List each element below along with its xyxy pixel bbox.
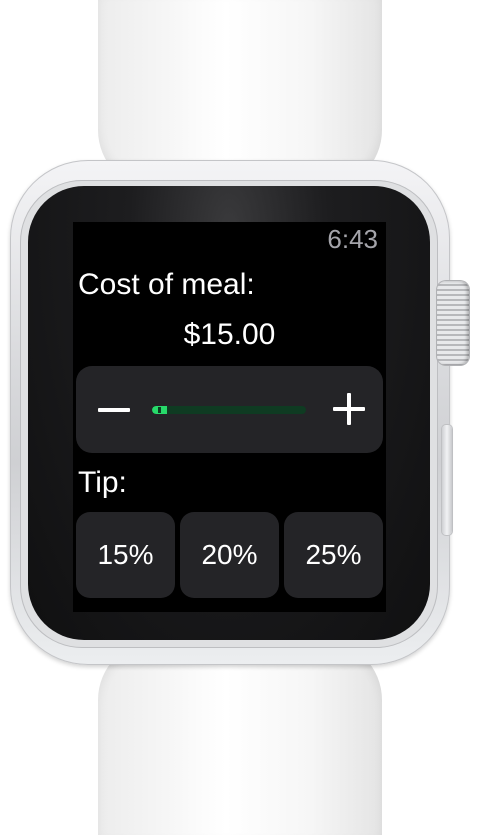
tip-15-button[interactable]: 15% <box>76 512 175 598</box>
meal-cost-value: $15.00 <box>183 318 276 351</box>
side-button[interactable] <box>442 425 452 535</box>
meal-cost-slider[interactable] <box>76 366 383 453</box>
tip-options: 15% 20% 25% <box>76 512 383 598</box>
minus-icon <box>98 408 130 412</box>
slider-segment-divider <box>158 407 161 413</box>
watch-band-bottom <box>98 640 382 835</box>
status-time: 6:43 <box>327 224 378 254</box>
tip-20-button[interactable]: 20% <box>180 512 279 598</box>
tip-label: Tip: <box>78 466 127 499</box>
plus-icon-vertical <box>347 393 351 425</box>
cost-of-meal-label: Cost of meal: <box>78 268 255 301</box>
tip-25-button[interactable]: 25% <box>284 512 383 598</box>
watch-screen: 6:43 Cost of meal: $15.00 Tip: 15% 20% 2… <box>73 222 386 612</box>
increase-button[interactable] <box>319 366 379 453</box>
slider-track <box>152 406 306 414</box>
digital-crown[interactable] <box>437 281 469 365</box>
decrease-button[interactable] <box>80 366 140 453</box>
